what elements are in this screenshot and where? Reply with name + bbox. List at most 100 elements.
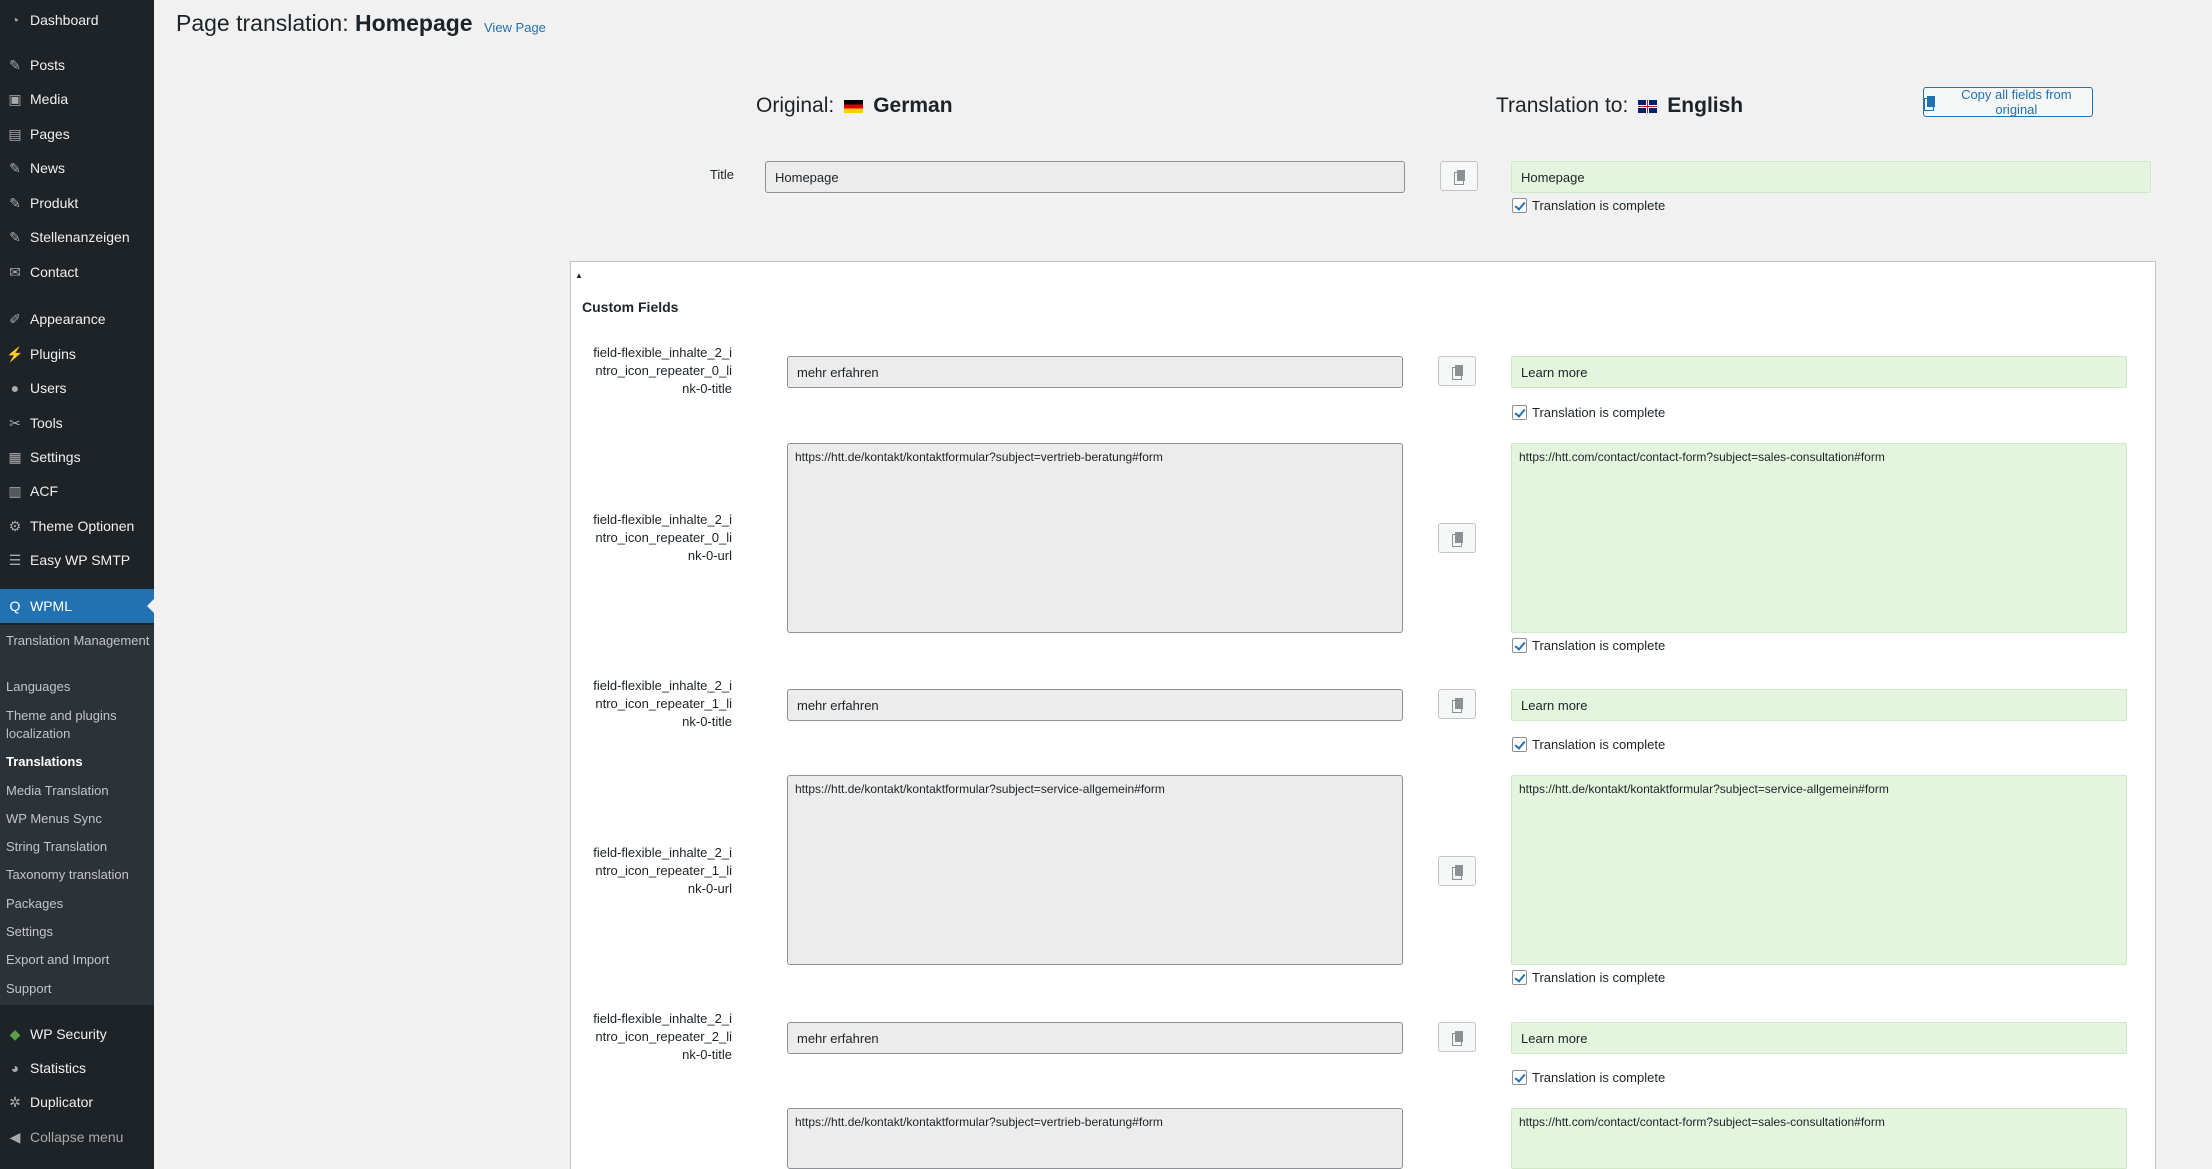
sidebar-item-media[interactable]: ▣ Media <box>0 82 154 116</box>
sidebar-item-contact[interactable]: ✉ Contact <box>0 255 154 289</box>
submenu-item-translations[interactable]: Translations <box>6 753 152 771</box>
submenu-item-languages[interactable]: Languages <box>6 678 152 696</box>
sidebar-item-stellenanzeigen[interactable]: ✎ Stellenanzeigen <box>0 220 154 254</box>
submenu-item-media-translation[interactable]: Media Translation <box>6 782 152 800</box>
sidebar-item-dashboard[interactable]: ◔ Dashboard <box>0 3 154 37</box>
uk-flag-icon <box>1638 99 1658 113</box>
collapse-menu-button[interactable]: ◀ Collapse menu <box>0 1120 154 1154</box>
copy-all-fields-button[interactable]: Copy all fields from original <box>1923 87 2093 117</box>
pie-chart-icon: ◕ <box>10 1060 20 1076</box>
copy-field-button[interactable] <box>1438 523 1476 553</box>
view-page-link[interactable]: View Page <box>484 20 546 35</box>
checkbox-checked-icon[interactable] <box>1512 405 1527 420</box>
copy-icon <box>1451 864 1463 880</box>
translation-complete-checkbox[interactable]: Translation is complete <box>1512 737 1665 752</box>
sidebar-item-label: Users <box>30 380 67 396</box>
submenu-item-packages[interactable]: Packages <box>6 895 152 913</box>
sidebar-item-duplicator[interactable]: ✲ Duplicator <box>0 1085 154 1119</box>
brush-icon: ✐ <box>9 310 21 327</box>
translation-input[interactable] <box>1511 356 2127 388</box>
media-icon: ▣ <box>8 90 22 107</box>
sidebar-item-easy-wp-smtp[interactable]: ☰ Easy WP SMTP <box>0 543 154 577</box>
original-field: mehr erfahren <box>787 1022 1403 1054</box>
submenu-item-settings[interactable]: Settings <box>6 923 152 941</box>
checkbox-checked-icon[interactable] <box>1512 198 1527 213</box>
sidebar-item-pages[interactable]: ▤ Pages <box>0 117 154 151</box>
sidebar-item-wp-security[interactable]: ◆ WP Security <box>0 1017 154 1051</box>
sidebar-item-acf[interactable]: ▥ ACF <box>0 474 154 508</box>
title-copy-button[interactable] <box>1440 161 1478 191</box>
pin-icon: ✎ <box>9 228 21 245</box>
copy-field-button[interactable] <box>1438 356 1476 386</box>
translation-complete-checkbox[interactable]: Translation is complete <box>1512 1070 1665 1085</box>
german-flag-icon <box>844 99 864 113</box>
custom-fields-title: Custom Fields <box>582 299 679 315</box>
sidebar-item-users[interactable]: ● Users <box>0 371 154 405</box>
title-complete-checkbox[interactable]: Translation is complete <box>1512 198 1665 213</box>
sidebar-item-label: ACF <box>30 483 58 499</box>
copy-all-label: Copy all fields from original <box>1961 87 2072 117</box>
checkbox-label: Translation is complete <box>1532 638 1666 653</box>
sidebar-item-settings[interactable]: ▦ Settings <box>0 440 154 474</box>
shield-icon: ◆ <box>9 1025 21 1042</box>
translation-complete-checkbox[interactable]: Translation is complete <box>1512 638 1665 653</box>
submenu-item-export-import[interactable]: Export and Import <box>6 951 152 969</box>
field-label: field-flexible_inhalte_2_intro_icon_repe… <box>593 345 732 396</box>
page-title-name: Homepage <box>355 10 473 36</box>
copy-field-button[interactable] <box>1438 856 1476 886</box>
submenu-item-theme-plugins-localization[interactable]: Theme and plugins localization <box>6 707 152 743</box>
checkbox-checked-icon[interactable] <box>1512 638 1527 653</box>
wpml-icon: Q <box>9 598 21 614</box>
copy-icon <box>1451 1030 1463 1046</box>
sidebar-item-wpml[interactable]: Q WPML <box>0 589 154 623</box>
translation-textarea[interactable]: https://htt.de/kontakt/kontaktformular?s… <box>1511 775 2127 965</box>
submenu-item-support[interactable]: Support <box>6 980 152 998</box>
wpml-submenu: Translation Management Languages Theme a… <box>0 625 154 1005</box>
original-language-name: German <box>873 94 953 117</box>
copy-field-button[interactable] <box>1438 689 1476 719</box>
panel-toggle-icon[interactable]: ▲ <box>575 271 583 280</box>
submenu-item-translation-management[interactable]: Translation Management <box>6 632 152 650</box>
smtp-icon: ☰ <box>8 551 22 568</box>
sidebar-item-label: Easy WP SMTP <box>30 552 131 568</box>
sidebar-item-label: Collapse menu <box>30 1129 124 1145</box>
field-label: field-flexible_inhalte_2_intro_icon_repe… <box>593 1011 732 1062</box>
sidebar-item-appearance[interactable]: ✐ Appearance <box>0 302 154 336</box>
submenu-item-wp-menus-sync[interactable]: WP Menus Sync <box>6 810 152 828</box>
original-label: Original: <box>756 94 835 117</box>
translation-complete-checkbox[interactable]: Translation is complete <box>1512 970 1665 985</box>
sidebar-item-plugins[interactable]: ⚡ Plugins <box>0 337 154 371</box>
sidebar-item-produkt[interactable]: ✎ Produkt <box>0 186 154 220</box>
sidebar-item-label: Posts <box>30 57 66 73</box>
translation-input[interactable] <box>1511 1022 2127 1054</box>
submenu-item-string-translation[interactable]: String Translation <box>6 838 152 856</box>
checkbox-checked-icon[interactable] <box>1512 970 1527 985</box>
translation-complete-checkbox[interactable]: Translation is complete <box>1512 405 1665 420</box>
sidebar-item-theme-optionen[interactable]: ⚙ Theme Optionen <box>0 509 154 543</box>
copy-field-button[interactable] <box>1438 1022 1476 1052</box>
translation-textarea[interactable]: https://htt.com/contact/contact-form?sub… <box>1511 443 2127 633</box>
sidebar-item-tools[interactable]: ✂ Tools <box>0 406 154 440</box>
translation-textarea[interactable]: https://htt.com/contact/contact-form?sub… <box>1511 1108 2127 1169</box>
checkbox-checked-icon[interactable] <box>1512 737 1527 752</box>
dashboard-icon: ◔ <box>10 12 20 28</box>
title-translation-input[interactable] <box>1511 161 2151 193</box>
original-textarea: https://htt.de/kontakt/kontaktformular?s… <box>787 1108 1403 1169</box>
sidebar-item-news[interactable]: ✎ News <box>0 151 154 185</box>
sidebar-item-label: Dashboard <box>30 12 99 28</box>
copy-icon <box>1924 95 1935 111</box>
checkbox-label: Translation is complete <box>1532 198 1666 213</box>
sidebar-item-label: WP Security <box>30 1026 107 1042</box>
checkbox-checked-icon[interactable] <box>1512 1070 1527 1085</box>
page-title: Page translation: Homepage <box>176 10 473 37</box>
pin-icon: ✎ <box>9 194 21 211</box>
pin-icon: ✎ <box>9 56 21 73</box>
original-language-header: Original: German <box>756 94 953 118</box>
settings-icon: ▦ <box>8 448 22 465</box>
submenu-item-taxonomy-translation[interactable]: Taxonomy translation <box>6 866 152 884</box>
sidebar-item-posts[interactable]: ✎ Posts <box>0 48 154 82</box>
sidebar-item-statistics[interactable]: ◕ Statistics <box>0 1051 154 1085</box>
translation-input[interactable] <box>1511 689 2127 721</box>
gear-icon: ⚙ <box>8 517 22 534</box>
sidebar-item-label: Stellenanzeigen <box>30 229 130 245</box>
